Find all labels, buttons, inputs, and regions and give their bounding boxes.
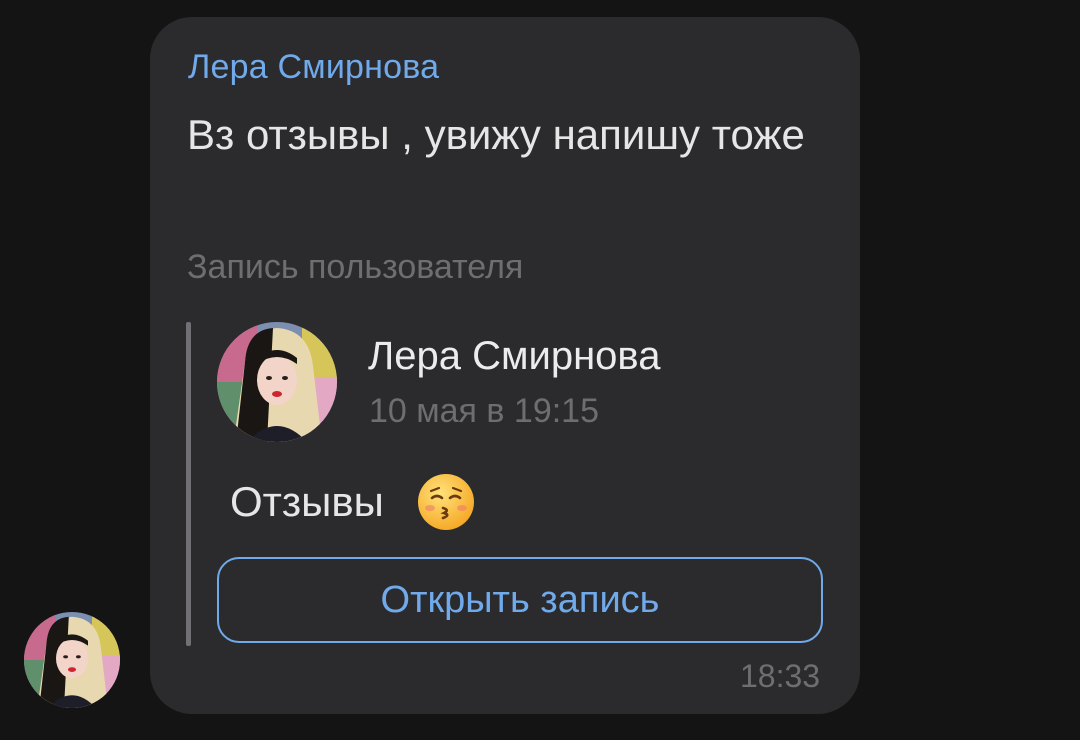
open-post-button[interactable]: Открыть запись <box>217 557 823 643</box>
message-sender-name[interactable]: Лера Смирнова <box>188 48 439 87</box>
post-date: 10 мая в 19:15 <box>369 392 599 430</box>
message-time: 18:33 <box>740 658 821 694</box>
kissing-face-with-closed-eyes-icon <box>416 472 476 532</box>
chat-screen: Лера Смирнова Вз отзывы , увижу напишу т… <box>0 0 1080 740</box>
sender-avatar[interactable] <box>24 612 120 708</box>
post-text: Отзывы <box>230 478 384 525</box>
quote-bar <box>186 322 191 646</box>
post-author-avatar[interactable] <box>217 322 337 442</box>
message-text: Вз отзывы , увижу напишу тоже <box>187 111 805 158</box>
forwarded-post-caption: Запись пользователя <box>187 248 524 286</box>
post-author-name[interactable]: Лера Смирнова <box>368 334 660 379</box>
